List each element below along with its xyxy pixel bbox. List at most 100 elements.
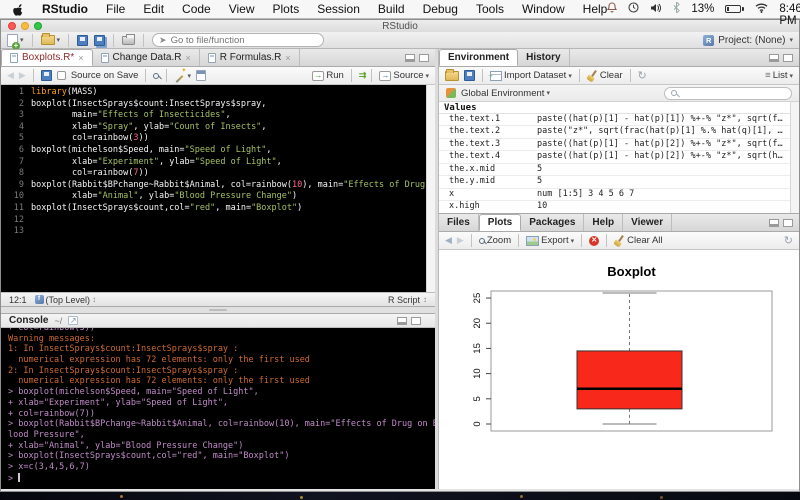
rerun-icon[interactable]: ⇉ [359, 70, 366, 81]
menu-item-window[interactable]: Window [522, 2, 565, 16]
minimize-pane-button[interactable] [405, 54, 415, 62]
load-workspace-icon[interactable] [445, 68, 459, 81]
clock-icon[interactable] [628, 2, 639, 16]
code-line[interactable]: 13 [1, 226, 435, 238]
menubar-clock[interactable]: Thu 8:46 PM [779, 0, 800, 27]
volume-icon[interactable] [650, 3, 662, 16]
previous-plot-icon[interactable]: ◀ [445, 235, 452, 246]
new-file-button[interactable]: ▾ [7, 33, 24, 50]
save-button[interactable] [77, 34, 89, 46]
tab-history[interactable]: History [518, 49, 570, 66]
back-icon[interactable]: ◀ [7, 70, 14, 81]
menu-item-code[interactable]: Code [182, 2, 211, 16]
code-line[interactable]: 12 [1, 215, 435, 227]
menu-item-tools[interactable]: Tools [476, 2, 504, 16]
zoom-plot-button[interactable]: Zoom [478, 235, 511, 246]
clear-environment-button[interactable]: Clear [587, 70, 623, 81]
env-row-the.text.1[interactable]: the.text.1 paste((hat(p)[1] - hat(p)[1]) … [439, 114, 790, 127]
menu-item-debug[interactable]: Debug [423, 2, 458, 16]
code-line[interactable]: 10 xlab="Animal", ylab="Blood Pressure C… [1, 191, 435, 203]
tab-change-data-r[interactable]: Change Data.R × [93, 49, 200, 66]
code-line[interactable]: 6 boxplot(michelson$Speed, main="Speed of… [1, 145, 435, 157]
find-icon[interactable] [153, 72, 160, 79]
maximize-pane-button[interactable] [783, 219, 793, 227]
global-environment-selector[interactable]: Global Environment ▾ [461, 88, 550, 99]
goto-file-search[interactable]: ➤ [152, 33, 325, 47]
compile-notebook-icon[interactable] [195, 70, 206, 81]
menu-item-rstudio[interactable]: RStudio [42, 2, 88, 16]
code-line[interactable]: 11 boxplot(InsectSprays$count,col="red", … [1, 203, 435, 215]
battery-icon[interactable] [725, 5, 745, 13]
filetype-selector[interactable]: R Script [388, 295, 420, 305]
code-editor[interactable]: 1 library(MASS) 2 boxplot(InsectSprays$coun… [1, 85, 435, 292]
remove-plot-icon[interactable]: ✕ [589, 235, 600, 246]
project-menu-button[interactable]: R Project: (None) ▾ [703, 34, 793, 46]
save-workspace-icon[interactable] [464, 70, 475, 81]
tab-plots[interactable]: Plots [478, 214, 522, 231]
source-button[interactable]: → Source ▾ [379, 70, 429, 81]
tab-r-formulas-r[interactable]: R Formulas.R × [200, 49, 300, 66]
goto-file-input[interactable] [170, 34, 301, 46]
code-tools-button[interactable]: ▾ [174, 67, 191, 81]
popout-icon[interactable]: ↗ [68, 316, 79, 325]
env-row-x[interactable]: x num [1:5] 3 4 5 6 7 [439, 189, 790, 202]
export-plot-button[interactable]: Export ▾ [526, 235, 574, 246]
minimize-pane-button[interactable] [769, 219, 779, 227]
env-row-x.high[interactable]: x.high 10 [439, 201, 790, 213]
apple-menu-icon[interactable] [13, 3, 24, 16]
env-row-the.x.mid[interactable]: the.x.mid 5 [439, 164, 790, 177]
tab-packages[interactable]: Packages [521, 214, 585, 231]
env-row-the.text.2[interactable]: the.text.2 paste("z*", sqrt(frac(hat(p)[1… [439, 126, 790, 139]
editor-scrollbar[interactable] [426, 85, 435, 292]
maximize-pane-button[interactable] [411, 316, 421, 325]
minimize-pane-button[interactable] [769, 54, 779, 62]
code-line[interactable]: 3 main="Effects of Insecticides", [1, 110, 435, 122]
refresh-icon[interactable]: ↻ [784, 234, 793, 247]
menu-item-session[interactable]: Session [317, 2, 360, 16]
tab-files[interactable]: Files [439, 214, 479, 231]
wifi-icon[interactable] [755, 3, 768, 16]
code-line[interactable]: 9 boxplot(Rabbit$BPchange~Rabbit$Animal, … [1, 180, 435, 192]
import-dataset-button[interactable]: Import Dataset▾ [487, 70, 572, 81]
menu-item-file[interactable]: File [106, 2, 125, 16]
close-icon[interactable]: × [285, 53, 290, 63]
run-button[interactable]: → Run [312, 70, 344, 81]
environment-scrollbar[interactable] [790, 102, 799, 213]
env-row-the.text.4[interactable]: the.text.4 paste((hat(p)[1] - hat(p)[2]) … [439, 151, 790, 164]
tab-environment[interactable]: Environment [439, 49, 519, 66]
scope-selector[interactable]: f (Top Level) ↕ [34, 295, 96, 305]
environment-search[interactable] [664, 86, 792, 100]
maximize-pane-button[interactable] [783, 54, 793, 62]
code-line[interactable]: 5 col=rainbow(3)) [1, 133, 435, 145]
refresh-icon[interactable]: ↻ [638, 69, 647, 82]
tab-help[interactable]: Help [584, 214, 624, 231]
menu-item-build[interactable]: Build [378, 2, 405, 16]
forward-icon[interactable]: ▶ [19, 70, 26, 81]
save-source-button[interactable] [40, 70, 52, 81]
minimize-pane-button[interactable] [397, 316, 407, 325]
source-on-save-checkbox[interactable] [56, 71, 66, 80]
open-file-button[interactable]: ▾ [40, 33, 60, 45]
menu-item-plots[interactable]: Plots [273, 2, 300, 16]
code-line[interactable]: 4 xlab="Spray", ylab="Count of Insects", [1, 122, 435, 134]
tab-viewer[interactable]: Viewer [623, 214, 673, 231]
bluetooth-icon[interactable] [673, 1, 681, 16]
menu-item-view[interactable]: View [229, 2, 255, 16]
menu-item-help[interactable]: Help [583, 2, 608, 16]
code-line[interactable]: 2 boxplot(InsectSprays$count:InsectSprays… [1, 99, 435, 111]
save-all-button[interactable] [94, 34, 106, 46]
env-row-the.text.3[interactable]: the.text.3 paste((hat(p)[1] - hat(p)[2]) … [439, 139, 790, 152]
bell-icon[interactable] [607, 2, 618, 16]
clear-all-plots-button[interactable]: Clear All [614, 235, 662, 246]
next-plot-icon[interactable]: ▶ [457, 235, 464, 246]
close-icon[interactable]: × [78, 53, 83, 63]
code-line[interactable]: 1 library(MASS) [1, 87, 435, 99]
print-button[interactable] [122, 33, 136, 45]
menu-item-edit[interactable]: Edit [143, 2, 164, 16]
list-view-button[interactable]: ≡ List ▾ [765, 70, 793, 81]
code-line[interactable]: 8 col=rainbow(7)) [1, 168, 435, 180]
code-line[interactable]: 7 xlab="Experiment", ylab="Speed of Ligh… [1, 157, 435, 169]
close-icon[interactable]: × [185, 53, 190, 63]
maximize-pane-button[interactable] [419, 54, 429, 62]
console-output[interactable]: + col=rainbow(3)) Warning messages: 1: In … [1, 328, 435, 489]
